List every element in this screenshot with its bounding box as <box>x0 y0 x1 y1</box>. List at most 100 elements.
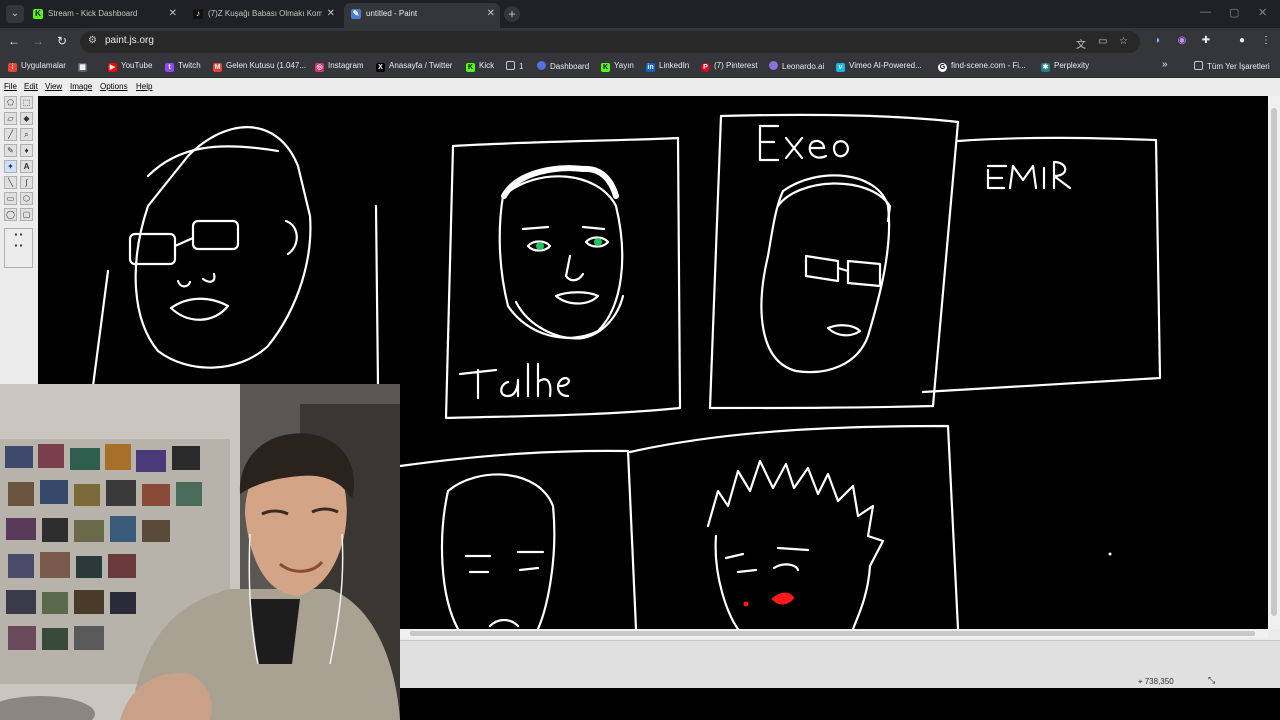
eraser-icon[interactable]: ▱ <box>4 112 17 125</box>
bookmark-item[interactable]: ▦ <box>78 61 91 72</box>
vertical-scrollbar[interactable] <box>1268 96 1280 629</box>
site-info-icon[interactable]: ⚙ <box>88 35 97 46</box>
bookmark-item[interactable]: in LinkedIn <box>646 61 689 72</box>
talha-brow-r <box>581 225 606 231</box>
exeo-letters <box>758 124 850 162</box>
findscene-icon: G <box>938 63 947 72</box>
tab-bar: ⌄ K Stream - Kick Dashboard ✕ ♪ (7)Z Kuş… <box>0 0 1280 28</box>
rounded-rect-icon[interactable]: ▢ <box>20 208 33 221</box>
divider-line <box>374 204 380 388</box>
all-bookmarks-button[interactable]: Tüm Yer İşaretleri <box>1194 61 1270 71</box>
color-picker-icon[interactable]: ╱ <box>4 128 17 141</box>
frame-bottom-middle <box>628 424 960 629</box>
menu-options[interactable]: Options <box>100 82 128 91</box>
webcam-overlay <box>0 384 400 720</box>
rect-select-icon[interactable]: ⬚ <box>20 96 33 109</box>
bookmark-item[interactable]: Dashboard <box>537 61 589 71</box>
bookmark-star-icon[interactable]: ☆ <box>1119 36 1128 47</box>
free-select-icon[interactable]: ⬠ <box>4 96 17 109</box>
forward-icon[interactable]: → <box>30 34 46 48</box>
horizontal-scrollbar[interactable] <box>400 629 1268 638</box>
bookmark-item[interactable]: ✱ Perplexity <box>1041 61 1089 72</box>
tab-paint[interactable]: ✎ untitled - Paint ✕ <box>344 3 500 28</box>
bookmark-item[interactable]: K Yayın <box>601 61 634 72</box>
instagram-icon: ◎ <box>315 63 324 72</box>
eyes-bottom-left <box>468 566 540 574</box>
brush-size-options[interactable]: ▪ ▪ ▪ ▪ <box>4 228 33 268</box>
install-icon[interactable]: ▭ <box>1098 36 1107 47</box>
bookmark-item[interactable]: P (7) Pinterest <box>701 61 758 72</box>
menu-image[interactable]: Image <box>70 82 92 91</box>
back-icon[interactable]: ← <box>6 34 22 48</box>
talha-hair <box>501 165 619 199</box>
text-tool-icon[interactable]: A <box>20 160 33 173</box>
close-window-icon[interactable]: ✕ <box>1258 6 1267 19</box>
rectangle-icon[interactable]: ▭ <box>4 192 17 205</box>
ear <box>284 219 298 256</box>
bookmark-item[interactable]: ▶ YouTube <box>108 61 152 72</box>
minimize-icon[interactable]: — <box>1200 6 1211 18</box>
youtube-icon: ▶ <box>108 63 117 72</box>
pencil-icon[interactable]: ✎ <box>4 144 17 157</box>
menu-file[interactable]: File <box>4 82 17 91</box>
brush-icon[interactable]: ♦ <box>20 144 33 157</box>
tab-search-icon[interactable]: ⌄ <box>6 5 24 23</box>
kick-icon: K <box>33 9 43 19</box>
bookmark-item[interactable]: K Kick <box>466 61 494 72</box>
scroll-thumb[interactable] <box>1271 108 1277 616</box>
menu-help[interactable]: Help <box>136 82 152 91</box>
bookmark-item[interactable]: Leonardo.ai <box>769 61 824 71</box>
bookmark-item[interactable]: v Vimeo AI-Powered... <box>836 61 922 72</box>
paint-statusbar: ⌖ 738,350 ⤡ <box>400 640 1280 688</box>
new-tab-button[interactable]: + <box>504 6 520 22</box>
bookmark-folder[interactable]: 1 <box>506 61 523 71</box>
extension-icon[interactable]: ◗ <box>1150 35 1166 46</box>
white-dot <box>1108 552 1112 556</box>
tab-tiktok[interactable]: ♪ (7)Z Kuşağı Babası Olmakı Komı ✕ <box>186 4 340 24</box>
polygon-icon[interactable]: ⬡ <box>20 192 33 205</box>
curve-icon[interactable]: ∫ <box>20 176 33 189</box>
menu-icon[interactable]: ⋮ <box>1258 35 1274 46</box>
bookmark-item[interactable]: t Twitch <box>165 61 201 72</box>
profile-avatar[interactable]: ● <box>1234 35 1250 46</box>
magnifier-icon[interactable]: ⌕ <box>20 128 33 141</box>
bookmark-item[interactable]: X Anasayfa / Twitter <box>376 61 452 72</box>
close-icon[interactable]: ✕ <box>169 4 177 24</box>
reload-icon[interactable]: ↻ <box>54 34 70 48</box>
cursor-coordinates: ⌖ 738,350 <box>1138 677 1174 686</box>
bookmark-item[interactable]: ⁞ Uygulamalar <box>8 61 66 72</box>
extensions-puzzle-icon[interactable]: ✚ <box>1198 35 1214 46</box>
hair-stroke <box>146 145 280 178</box>
close-icon[interactable]: ✕ <box>487 3 495 25</box>
talha-nose <box>564 254 585 282</box>
scroll-thumb[interactable] <box>410 631 1255 636</box>
airbrush-icon[interactable]: ✦ <box>4 160 17 173</box>
tab-kick-dashboard[interactable]: K Stream - Kick Dashboard ✕ <box>26 4 182 24</box>
bookmark-item[interactable]: Gfind-scene.com - Fi... <box>938 61 1026 72</box>
vimeo-icon: v <box>836 63 845 72</box>
pinterest-icon: P <box>701 63 710 72</box>
exeo-hair <box>776 182 892 223</box>
close-icon[interactable]: ✕ <box>327 4 335 24</box>
address-bar[interactable]: ⚙ paint.js.org 文 ▭ ☆ <box>80 31 1140 53</box>
bookmark-item[interactable]: ◎ Instagram <box>315 61 364 72</box>
kick-icon: K <box>601 63 610 72</box>
bookmark-item[interactable]: M Gelen Kutusu (1.047... <box>213 61 306 72</box>
ellipse-icon[interactable]: ◯ <box>4 208 17 221</box>
more-bookmarks-button[interactable]: » <box>1162 59 1168 70</box>
exeo-glasses <box>804 254 882 288</box>
folder-icon <box>1194 61 1203 70</box>
gmail-icon: M <box>213 63 222 72</box>
menu-edit[interactable]: Edit <box>24 82 38 91</box>
translate-icon[interactable]: 文 <box>1076 36 1086 51</box>
talha-mouth <box>554 291 600 305</box>
extension-icon[interactable]: ◉ <box>1174 35 1190 46</box>
tiktok-icon: ♪ <box>193 9 203 19</box>
glasses-bridge <box>173 236 195 248</box>
menu-view[interactable]: View <box>45 82 62 91</box>
talha-letters <box>458 362 570 400</box>
line-icon[interactable]: ╲ <box>4 176 17 189</box>
maximize-icon[interactable]: ▢ <box>1229 6 1239 19</box>
fill-icon[interactable]: ◆ <box>20 112 33 125</box>
nose <box>176 272 216 288</box>
